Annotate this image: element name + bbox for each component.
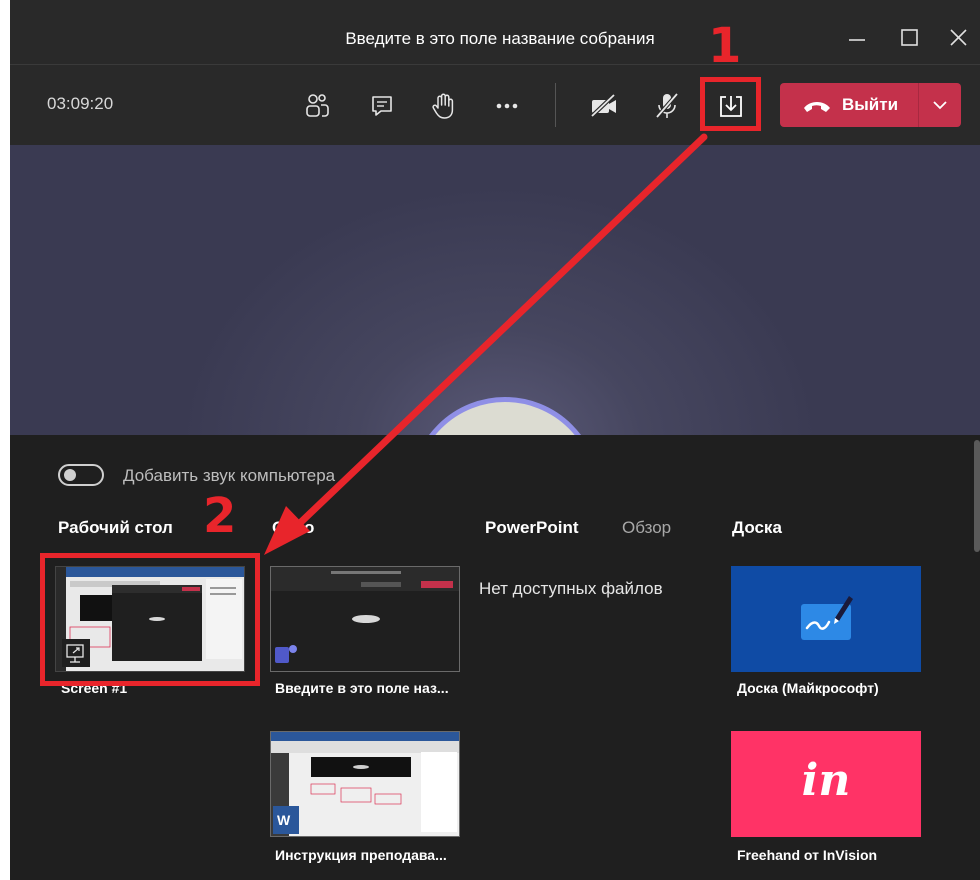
hang-up-icon — [804, 102, 830, 112]
minimize-icon — [849, 39, 865, 41]
participant-avatar — [410, 397, 600, 435]
minimize-button[interactable] — [842, 26, 872, 50]
call-timer: 03:09:20 — [47, 94, 114, 113]
chat-icon — [372, 96, 392, 116]
browse-link[interactable]: Обзор — [622, 518, 671, 538]
svg-text:W: W — [277, 812, 291, 828]
teams-icon — [275, 647, 289, 663]
word-window-preview: W — [271, 732, 459, 836]
annotation-number-1: 1 — [708, 18, 742, 74]
section-window: Окно — [272, 518, 315, 537]
chat-button[interactable] — [365, 89, 399, 123]
people-icon — [306, 94, 329, 117]
computer-sound-label: Добавить звук компьютера — [123, 466, 336, 485]
toggle-knob — [64, 469, 76, 481]
teams-meeting-window: Введите в это поле название собрания 03:… — [10, 0, 980, 880]
more-icon — [496, 103, 518, 109]
video-stage — [10, 145, 980, 435]
leave-options-button[interactable] — [919, 83, 961, 127]
no-files-message: Нет доступных файлов — [479, 579, 663, 598]
whiteboard-logo-icon — [801, 596, 853, 640]
raise-hand-button[interactable] — [427, 89, 461, 123]
leave-button-group: Выйти — [780, 83, 961, 127]
window-thumbnail-word[interactable]: W — [270, 731, 460, 837]
section-whiteboard: Доска — [732, 518, 782, 537]
invision-freehand-tile[interactable]: in — [731, 731, 921, 837]
annotation-number-2: 2 — [203, 488, 237, 544]
leave-label: Выйти — [842, 95, 899, 114]
leave-button[interactable]: Выйти — [780, 83, 918, 127]
participants-button[interactable] — [300, 89, 334, 123]
section-desktop: Рабочий стол — [58, 518, 173, 537]
toolbar-divider — [555, 83, 556, 127]
teams-window-preview — [271, 567, 459, 671]
section-powerpoint: PowerPoint — [485, 518, 579, 537]
chevron-down-icon — [933, 101, 947, 110]
mic-toggle-button[interactable] — [650, 89, 684, 123]
maximize-button[interactable] — [894, 26, 924, 50]
close-icon — [950, 29, 967, 46]
invision-logo-icon: in — [801, 755, 851, 806]
tray-scrollbar[interactable] — [974, 440, 980, 552]
microsoft-whiteboard-label: Доска (Майкрософт) — [737, 680, 879, 696]
meeting-toolbar: 03:09:20 Выйти — [10, 65, 980, 145]
camera-off-icon — [590, 93, 616, 118]
camera-toggle-button[interactable] — [587, 89, 621, 123]
window-label-teams: Введите в это поле наз... — [275, 680, 449, 696]
annotation-box-screen — [40, 553, 260, 686]
window-thumbnail-teams[interactable] — [270, 566, 460, 672]
microsoft-whiteboard-tile[interactable] — [731, 566, 921, 672]
window-label-word: Инструкция преподава... — [275, 847, 447, 863]
raise-hand-icon — [432, 93, 454, 119]
maximize-icon — [901, 29, 918, 46]
more-actions-button[interactable] — [490, 89, 524, 123]
close-button[interactable] — [944, 26, 974, 50]
meeting-title: Введите в это поле название собрания — [345, 29, 655, 48]
title-bar: Введите в это поле название собрания — [10, 0, 980, 65]
computer-sound-toggle[interactable] — [58, 464, 104, 486]
annotation-box-share-button — [700, 77, 761, 131]
invision-freehand-label: Freehand от InVision — [737, 847, 878, 863]
mic-off-icon — [655, 92, 679, 119]
